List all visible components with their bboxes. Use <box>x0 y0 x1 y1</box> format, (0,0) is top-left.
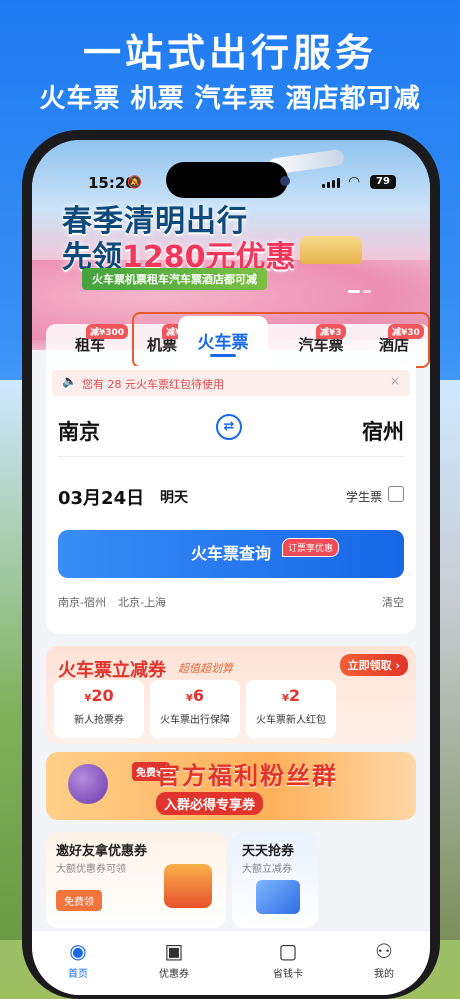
invite-friends-card[interactable]: 邀好友拿优惠券 大额优惠券可领 免费领 <box>46 832 226 928</box>
tabs-highlight-box <box>132 312 430 368</box>
arrival-city[interactable]: 宿州 <box>362 416 404 446</box>
red-packet-notice[interactable]: 🔈 您有 28 元火车票红包待使用 × <box>52 370 410 396</box>
dynamic-island <box>166 162 288 198</box>
home-icon: ◉ <box>69 939 87 963</box>
tab-badge: 减¥300 <box>86 324 129 339</box>
coupon-item[interactable]: ¥2 火车票新人红包 <box>246 680 336 738</box>
tab-car-rental[interactable]: 减¥300 租车 <box>60 324 129 355</box>
user-icon: ⚇ <box>375 939 393 963</box>
speaker-icon: 🔈 <box>62 374 77 388</box>
coupon-subtitle: 超值超划算 <box>178 662 233 675</box>
battery-indicator: 79 <box>370 175 396 189</box>
wifi-icon: ◠ <box>348 174 361 190</box>
promo-title: 一站式出行服务 <box>82 31 377 75</box>
promo-subtitle: 火车票 机票 汽车票 酒店都可减 <box>39 84 421 114</box>
tabbar-mine[interactable]: ⚇ 我的 <box>354 939 414 980</box>
bottom-tab-bar: ◉ 首页 ▣ 优惠券 ▢ 省钱卡 ⚇ 我的 <box>32 930 430 995</box>
train-image <box>300 236 362 264</box>
notice-text: 您有 28 元火车票红包待使用 <box>82 378 224 391</box>
mini-card-title: 天天抢券 <box>242 844 295 859</box>
tabbar-coupons[interactable]: ▣ 优惠券 <box>144 939 204 980</box>
history-item[interactable]: 南京-宿州 <box>58 594 106 610</box>
card-icon: ▢ <box>278 939 298 963</box>
gift-wallet-image <box>164 864 212 908</box>
status-bar: 15:20 🔕 ◠ 79 <box>32 140 430 198</box>
coupon-item[interactable]: ¥6 火车票出行保障 <box>150 680 240 738</box>
divider <box>58 456 404 457</box>
mini-card-subtitle: 大额优惠券可领 <box>56 864 126 875</box>
category-tabs: 减¥300 租车 减¥20 机票 火车票 减¥3 汽车票 减¥30 酒店 <box>46 312 430 368</box>
camera-dot <box>280 176 290 186</box>
mini-card-title: 邀好友拿优惠券 <box>56 844 148 859</box>
banner-ribbon: 火车票机票租车汽车票酒店都可减 <box>82 268 267 290</box>
coupon-item[interactable]: ¥20 新人抢票券 <box>54 680 144 738</box>
signal-icon <box>322 178 340 188</box>
coupon-title: 火车票立减券 <box>58 660 166 681</box>
daily-coupon-card[interactable]: 天天抢券 大额立减券 <box>232 832 318 928</box>
phone-screen: 春季清明出行 先领1280元优惠 火车票机票租车汽车票酒店都可减 15:20 🔕… <box>32 140 430 995</box>
carousel-dots <box>348 290 371 293</box>
fans-group-banner[interactable]: 免费领 官方福利粉丝群 入群必得专享券 <box>46 752 416 820</box>
mini-card-subtitle: 大额立减券 <box>242 864 292 875</box>
fans-group-image <box>68 764 108 804</box>
fans-group-subtitle: 入群必得专享券 <box>156 792 264 815</box>
search-promo-badge: 订票享优惠 <box>282 538 340 557</box>
tabbar-savings-card[interactable]: ▢ 省钱卡 <box>258 939 318 980</box>
departure-date[interactable]: 03月24日 <box>58 484 144 510</box>
departure-city[interactable]: 南京 <box>58 416 100 446</box>
student-ticket-label: 学生票 <box>345 490 382 504</box>
card-image <box>256 880 300 914</box>
free-claim-button[interactable]: 免费领 <box>56 890 102 911</box>
ticket-icon: ▣ <box>164 939 184 963</box>
history-item[interactable]: 北京-上海 <box>118 594 166 610</box>
silent-bell-icon: 🔕 <box>127 175 142 189</box>
train-search-card: 🔈 您有 28 元火车票红包待使用 × 南京 ⇄ 宿州 03月24日 明天 学生… <box>46 366 416 634</box>
phone-frame: 春季清明出行 先领1280元优惠 火车票机票租车汽车票酒店都可减 15:20 🔕… <box>22 130 440 999</box>
student-ticket-checkbox[interactable] <box>388 486 404 502</box>
search-history: 南京-宿州 北京-上海 <box>58 594 166 610</box>
departure-weekday: 明天 <box>160 490 188 506</box>
clear-history-button[interactable]: 清空 <box>382 594 404 610</box>
search-button[interactable]: 火车票查询 <box>58 530 404 578</box>
claim-now-button[interactable]: 立即领取 › <box>339 654 408 676</box>
coupon-section: 火车票立减券 超值超划算 立即领取 › ¥20 新人抢票券 ¥6 火车票出行保障… <box>46 646 416 744</box>
close-icon[interactable]: × <box>390 374 400 388</box>
fans-group-title: 官方福利粉丝群 <box>156 762 338 790</box>
swap-cities-icon[interactable]: ⇄ <box>216 414 242 440</box>
tabbar-home[interactable]: ◉ 首页 <box>48 939 108 980</box>
